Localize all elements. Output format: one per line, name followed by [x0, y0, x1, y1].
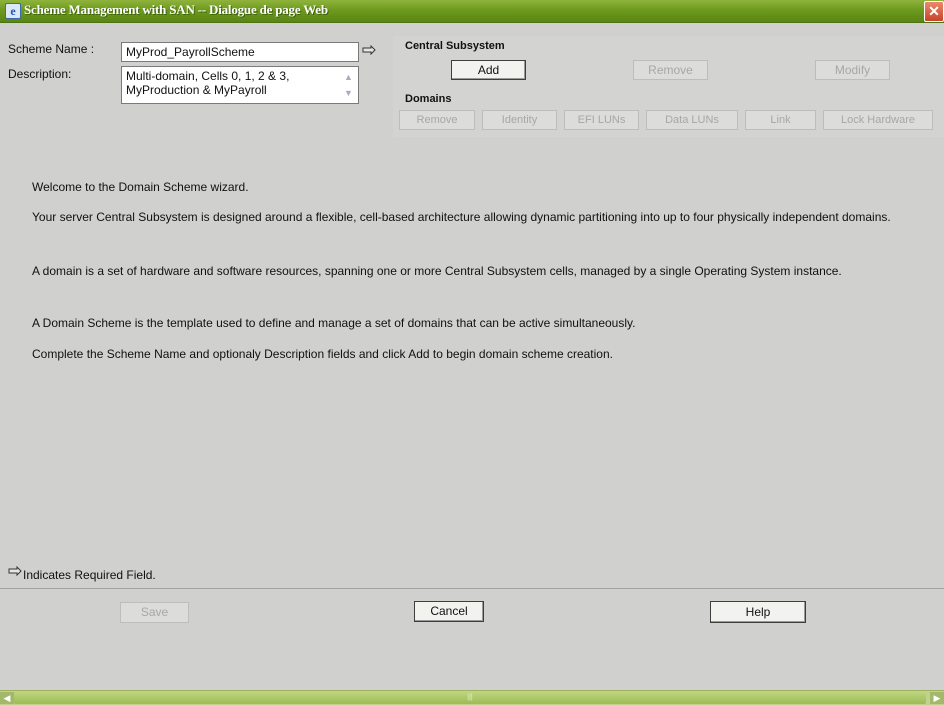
link-button[interactable]: Link: [745, 110, 816, 130]
description-text: Multi-domain, Cells 0, 1, 2 & 3, MyProdu…: [126, 69, 290, 97]
add-button[interactable]: Add: [451, 60, 526, 80]
remove-subsystem-button[interactable]: Remove: [633, 60, 708, 80]
identity-button[interactable]: Identity: [482, 110, 557, 130]
window-title: Scheme Management with SAN -- Dialogue d…: [24, 2, 328, 17]
remove-domain-button[interactable]: Remove: [399, 110, 475, 130]
data-luns-button[interactable]: Data LUNs: [646, 110, 738, 130]
save-button[interactable]: Save: [120, 602, 189, 623]
central-subsystem-heading: Central Subsystem: [405, 40, 505, 52]
scroll-left-icon[interactable]: ◀: [0, 692, 14, 704]
scheme-name-input[interactable]: MyProd_PayrollScheme: [121, 42, 359, 62]
description-textarea[interactable]: Multi-domain, Cells 0, 1, 2 & 3, MyProdu…: [121, 66, 359, 104]
scroll-up-icon[interactable]: ▲: [344, 70, 353, 84]
scheme-name-label: Scheme Name :: [8, 42, 95, 56]
lock-hardware-button[interactable]: Lock Hardware: [823, 110, 933, 130]
modify-button[interactable]: Modify: [815, 60, 890, 80]
required-field-icon: [8, 566, 22, 577]
scheme-definition-paragraph: A Domain Scheme is the template used to …: [32, 316, 636, 330]
title-bar: e Scheme Management with SAN -- Dialogue…: [0, 0, 944, 23]
ie-page-icon: e: [5, 3, 21, 19]
domain-definition-paragraph: A domain is a set of hardware and softwa…: [32, 264, 842, 278]
scroll-down-icon[interactable]: ▼: [344, 86, 353, 100]
instructions-paragraph: Complete the Scheme Name and optionaly D…: [32, 347, 613, 361]
scroll-right-icon[interactable]: ▶: [930, 692, 944, 704]
required-field-note: Indicates Required Field.: [23, 568, 156, 582]
required-field-icon: [362, 45, 376, 56]
cancel-button[interactable]: Cancel: [414, 601, 484, 622]
scrollbar-thumb[interactable]: |||: [14, 692, 926, 704]
footer-divider: [0, 588, 944, 589]
domains-heading: Domains: [405, 93, 452, 105]
description-label: Description:: [8, 67, 72, 81]
intro-paragraph: Your server Central Subsystem is designe…: [32, 210, 891, 224]
efi-luns-button[interactable]: EFI LUNs: [564, 110, 639, 130]
horizontal-scrollbar[interactable]: ◀ ||| ▶: [0, 690, 944, 705]
welcome-text: Welcome to the Domain Scheme wizard.: [32, 180, 249, 194]
help-button[interactable]: Help: [710, 601, 806, 623]
close-icon[interactable]: ✕: [924, 1, 944, 22]
description-scrollbar[interactable]: ▲ ▼: [342, 70, 355, 100]
